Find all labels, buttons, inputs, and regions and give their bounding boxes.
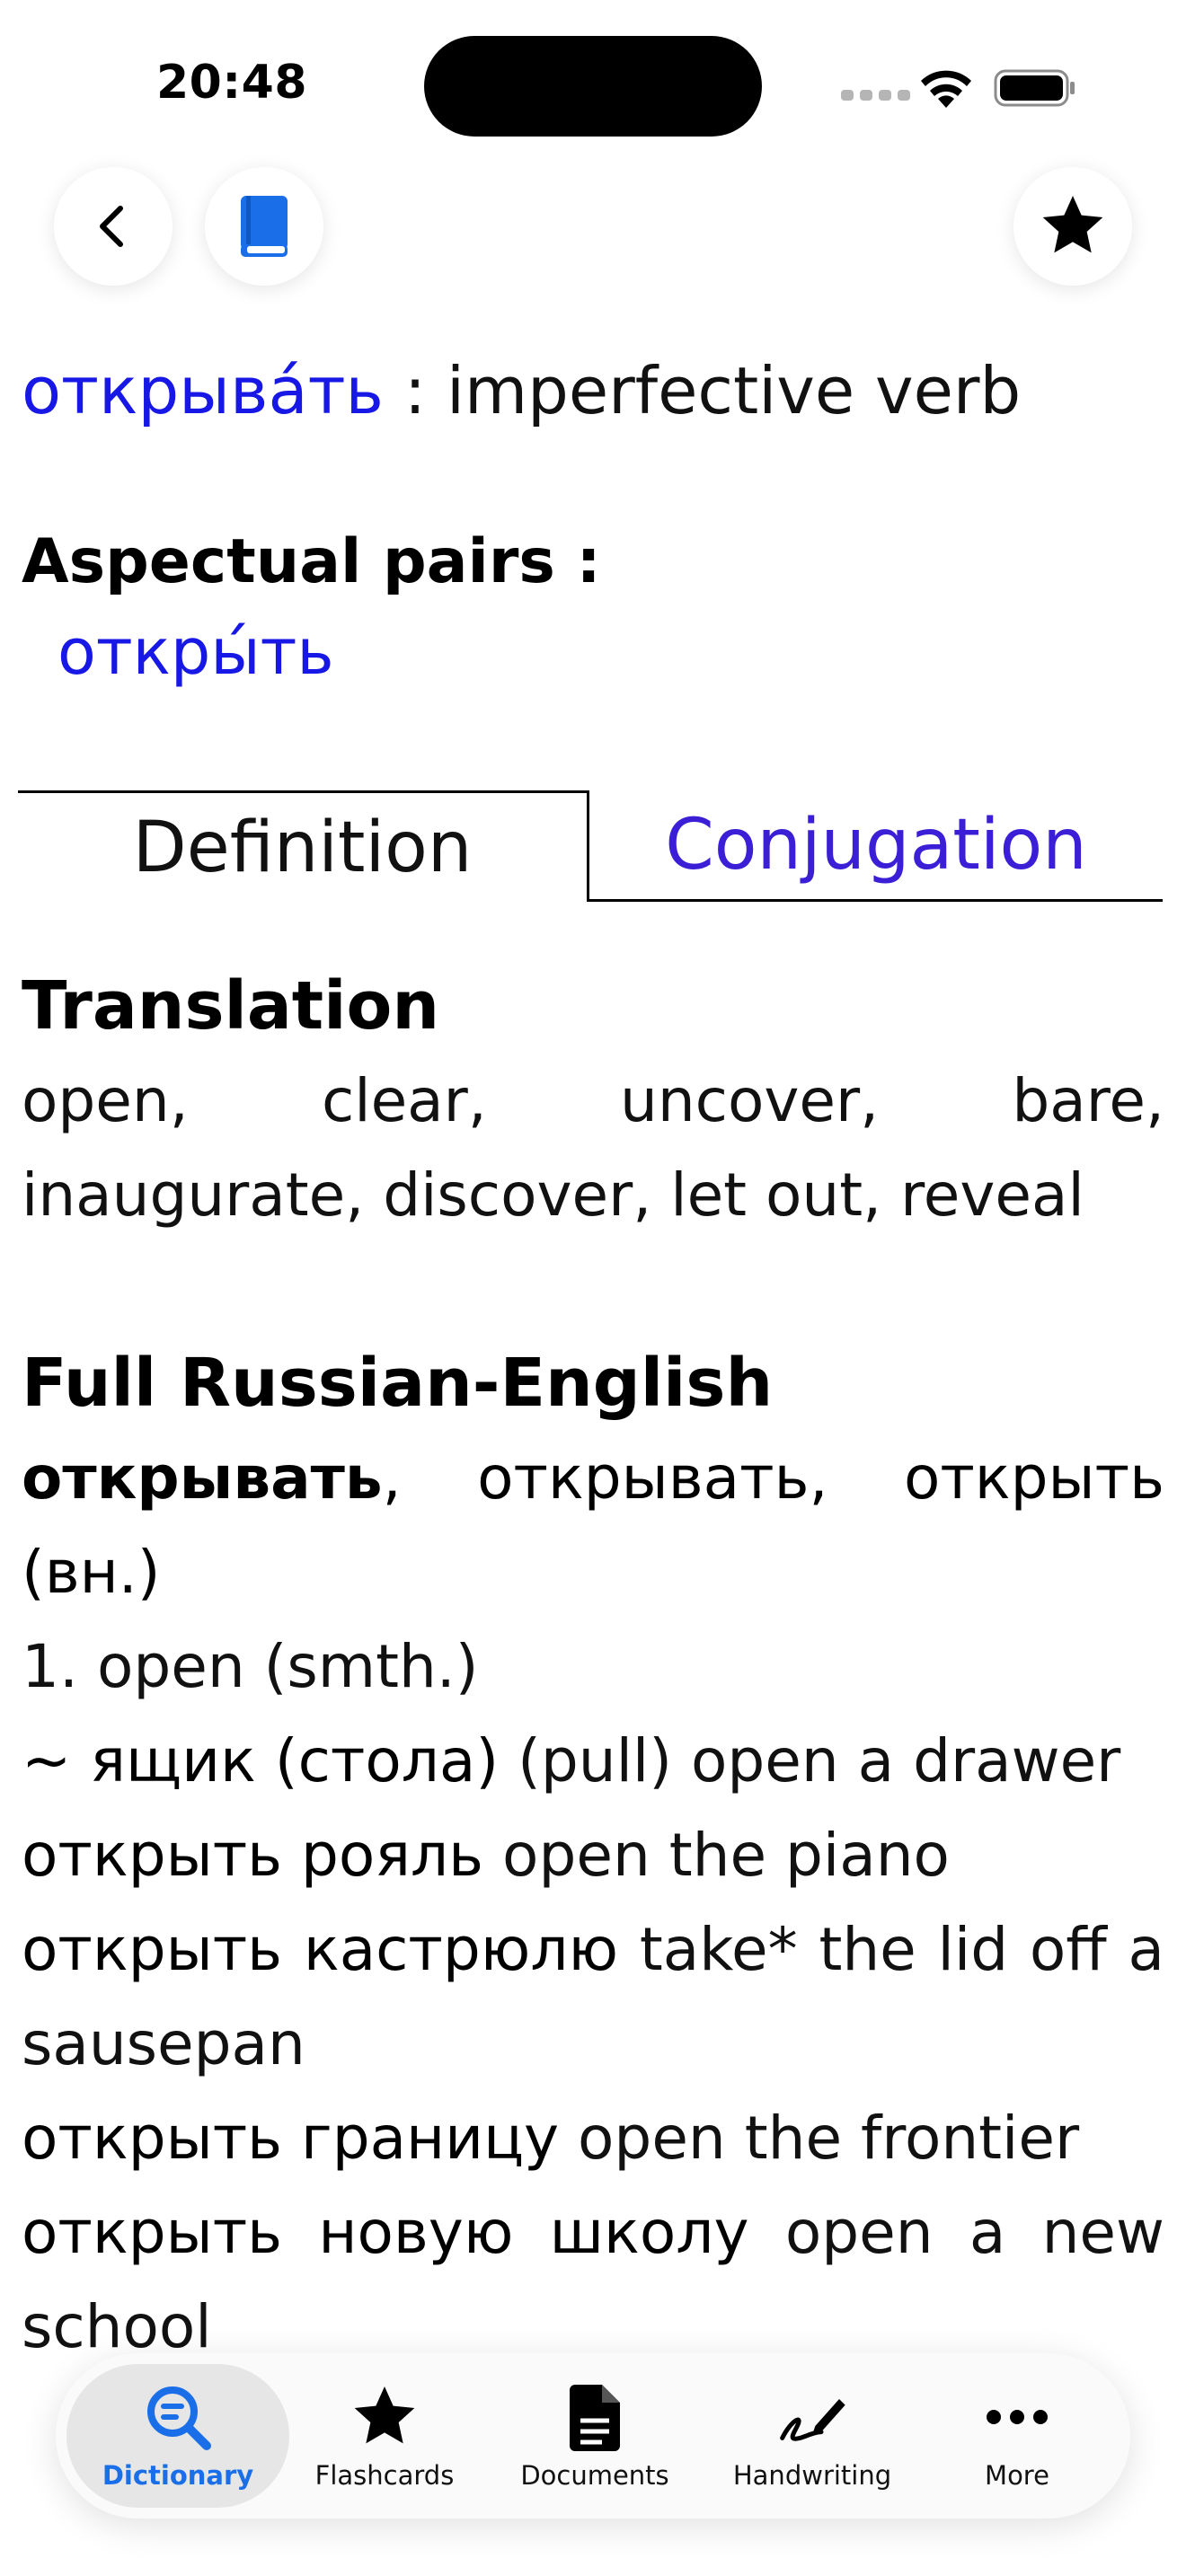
headword-line: открыва́ть : imperfective verb — [22, 341, 1164, 440]
example-ru: открыть кастрюлю — [22, 1915, 619, 1984]
book-button[interactable] — [205, 167, 323, 286]
full-dictionary-headline: открывать, открывать, открыть (вн.) — [22, 1431, 1164, 1619]
star-icon — [354, 2386, 415, 2444]
example-ru: открыть границу — [22, 2104, 560, 2173]
tab-bar-more[interactable]: More — [929, 2364, 1105, 2508]
cellular-signal-icon — [841, 90, 910, 101]
tab-bar-flashcards[interactable]: Flashcards — [298, 2364, 471, 2508]
document-icon — [570, 2385, 620, 2451]
example-ru: открыть новую школу — [22, 2198, 749, 2267]
tab-bar-documents-label: Documents — [520, 2460, 669, 2491]
battery-icon — [994, 69, 1075, 107]
headline-bold: открывать — [22, 1443, 383, 1513]
example-row: ~ ящик (стола) (pull) open a drawer — [22, 1714, 1164, 1808]
screen: 20:48 открыва́ть : imperfective verb Asp… — [0, 0, 1186, 2576]
status-time: 20:48 — [156, 56, 308, 110]
tab-bar-dictionary-label: Dictionary — [102, 2460, 254, 2491]
tab-bar-dictionary[interactable]: Dictionary — [66, 2364, 289, 2508]
example-en: open the piano — [483, 1821, 950, 1890]
example-ru: ~ ящик (стола) — [22, 1726, 500, 1795]
sense-1: 1. open (smth.) — [22, 1632, 479, 1701]
back-button[interactable] — [54, 167, 173, 286]
tab-bar-flashcards-label: Flashcards — [314, 2460, 455, 2491]
ellipsis-icon — [987, 2410, 1048, 2424]
example-ru: открыть рояль — [22, 1821, 484, 1890]
tab-bar: Dictionary Flashcards Documents Handwrit… — [56, 2353, 1130, 2519]
tab-definition[interactable]: Definition — [18, 790, 589, 902]
aspectual-pair-link[interactable]: откры́ть — [58, 605, 1164, 699]
aspectual-pairs-title: Aspectual pairs : — [22, 526, 601, 597]
tab-bar-handwriting-label: Handwriting — [732, 2460, 892, 2491]
definition-body: Translation open, clear, uncover, bare, … — [22, 959, 1164, 2374]
book-icon — [241, 196, 288, 257]
headword-separator: : — [383, 353, 447, 428]
entry-header: открыва́ть : imperfective verb Aspectual… — [22, 341, 1164, 699]
wifi-icon — [921, 70, 971, 108]
example-row: открыть кастрюлю take* the lid off a sau… — [22, 1902, 1164, 2091]
example-en: open the frontier — [559, 2104, 1080, 2173]
example-en: (pull) open a drawer — [499, 1726, 1121, 1795]
example-row: открыть границу open the frontier — [22, 2091, 1164, 2185]
example-row: открыть рояль open the piano — [22, 1808, 1164, 1902]
translation-text: open, clear, uncover, bare, inaugurate, … — [22, 1066, 1164, 1230]
headword: открыва́ть — [22, 353, 384, 428]
signature-pen-icon — [780, 2399, 845, 2441]
search-document-icon — [147, 2386, 211, 2450]
example-row: открыть новую школу open a new school — [22, 2185, 1164, 2374]
dynamic-island — [424, 36, 762, 137]
tab-bar-documents[interactable]: Documents — [505, 2364, 685, 2508]
entry-tabs: Definition Conjugation — [18, 790, 1163, 902]
tab-bar-more-label: More — [985, 2460, 1049, 2491]
part-of-speech: imperfective verb — [447, 353, 1022, 428]
chevron-left-icon — [100, 206, 123, 247]
tab-conjugation[interactable]: Conjugation — [589, 790, 1163, 902]
favorite-button[interactable] — [1013, 167, 1132, 286]
translation-title: Translation — [22, 967, 440, 1045]
full-dictionary-title: Full Russian-English — [22, 1345, 774, 1422]
star-icon — [1042, 196, 1103, 253]
tab-bar-handwriting[interactable]: Handwriting — [706, 2364, 918, 2508]
